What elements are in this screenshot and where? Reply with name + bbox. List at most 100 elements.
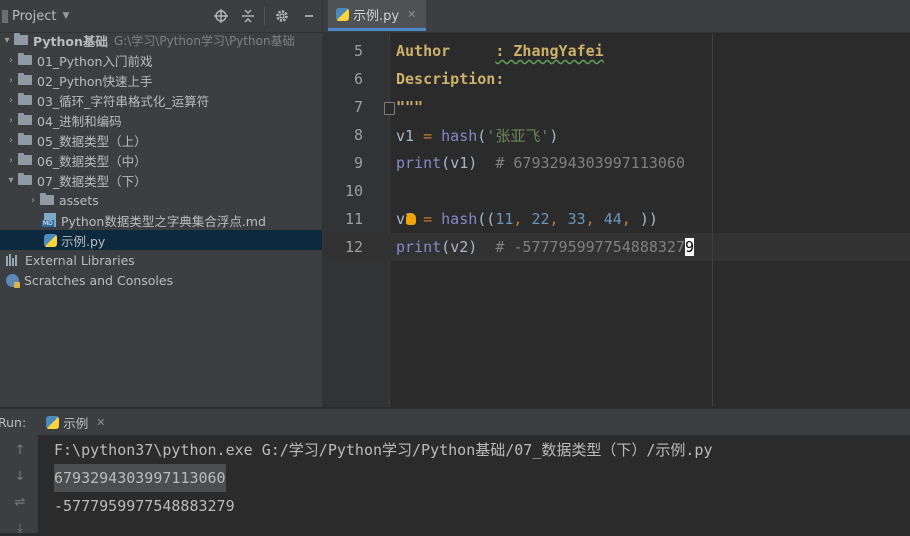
project-view-selector[interactable]: Project — [12, 9, 56, 24]
folder-icon — [18, 53, 32, 65]
chevron-right-icon[interactable]: › — [4, 135, 18, 146]
soft-wrap-icon[interactable]: ⇌ — [13, 496, 27, 510]
code-line-current[interactable]: 12 print(v2) # -5777959977548883279 — [323, 233, 910, 261]
docstring-text: Author — [396, 42, 451, 60]
tree-item-file-selected[interactable]: 示例.py — [0, 230, 322, 250]
chevron-right-icon[interactable]: › — [4, 75, 18, 86]
close-icon[interactable]: ✕ — [96, 416, 105, 429]
console-output[interactable]: F:\python37\python.exe G:/学习/Python学习/Py… — [38, 435, 910, 533]
tree-item-label: 04_进制和编码 — [37, 113, 122, 129]
number-literal: 22 — [531, 210, 550, 228]
collapse-all-icon[interactable] — [234, 9, 261, 23]
tree-item-folder[interactable]: › 02_Python快速上手 — [0, 70, 322, 90]
folder-icon — [18, 93, 32, 105]
close-icon[interactable]: ✕ — [407, 8, 416, 21]
code-line[interactable]: 6 Description: — [323, 65, 910, 93]
locate-file-icon[interactable] — [207, 9, 234, 23]
markdown-file-icon: MD — [42, 213, 56, 227]
tree-item-folder[interactable]: › 03_循环_字符串格式化_运算符 — [0, 90, 322, 110]
tab-label: 示例.py — [353, 8, 400, 24]
tree-item-scratches[interactable]: Scratches and Consoles — [0, 270, 322, 290]
tree-item-label: External Libraries — [25, 252, 135, 268]
chevron-right-icon[interactable]: › — [26, 195, 40, 206]
tree-item-label: Python基础 — [33, 33, 108, 49]
gear-icon[interactable] — [268, 9, 295, 23]
number-literal: 44 — [603, 210, 622, 228]
line-number: 7 — [353, 98, 363, 116]
run-toolbar: ↑ ↓ ⇌ ⤓ — [0, 435, 38, 536]
comment: # -577795997754888327 — [495, 238, 685, 256]
tree-item-label: 07_数据类型（下） — [37, 173, 147, 189]
folder-icon — [40, 193, 54, 205]
tree-item-folder[interactable]: ▾ 07_数据类型（下） — [0, 170, 322, 190]
line-number: 12 — [344, 238, 363, 256]
builtin-function: print — [396, 154, 442, 172]
run-tab[interactable]: 示例 ✕ — [46, 409, 105, 435]
chevron-right-icon[interactable]: › — [4, 55, 18, 66]
line-number: 10 — [344, 182, 363, 200]
tree-item-folder[interactable]: › 06_数据类型（中） — [0, 150, 322, 170]
scratches-icon — [6, 273, 20, 288]
string-literal: '张亚飞' — [486, 126, 550, 145]
tree-item-label: Scratches and Consoles — [24, 272, 174, 288]
run-tab-label: 示例 — [63, 415, 89, 431]
toolbar-divider — [264, 7, 265, 25]
code-line[interactable]: 5 Author : ZhangYafei — [323, 37, 910, 65]
expand-arrow-icon[interactable]: ▾ — [0, 35, 14, 46]
argument: v1 — [450, 154, 469, 172]
run-label: Run: — [0, 414, 27, 430]
tree-item-folder[interactable]: › assets — [0, 190, 322, 210]
chevron-right-icon[interactable]: › — [4, 115, 18, 126]
tree-item-folder[interactable]: › 01_Python入门前戏 — [0, 50, 322, 70]
text-caret: 9 — [685, 238, 695, 256]
tree-item-folder[interactable]: › 04_进制和编码 — [0, 110, 322, 130]
line-number: 5 — [353, 42, 363, 60]
lightbulb-icon[interactable] — [406, 213, 416, 225]
code-line[interactable]: 7 """ — [323, 93, 910, 121]
code-line[interactable]: 11 v2 = hash((11, 22, 33, 44, )) — [323, 205, 910, 233]
project-tree: ▾ Python基础 G:\学习\Python学习\Python基础 › 01_… — [0, 30, 322, 290]
tree-item-label: 示例.py — [61, 233, 106, 249]
scroll-to-end-icon[interactable]: ⤓ — [13, 522, 27, 536]
code-line[interactable]: 8 v1 = hash('张亚飞') — [323, 121, 910, 149]
folder-icon — [18, 133, 32, 145]
console-line-selected: 6793294303997113060 — [54, 464, 226, 492]
hide-panel-icon[interactable] — [295, 9, 322, 23]
right-margin-guide — [712, 33, 713, 407]
folder-icon — [18, 73, 32, 85]
code-editor[interactable]: 5 Author : ZhangYafei 6 Description: 7 "… — [323, 33, 910, 407]
folder-icon — [18, 153, 32, 165]
tree-item-label: 05_数据类型（上） — [37, 133, 147, 149]
panel-icon — [2, 9, 8, 23]
number-literal: 33 — [567, 210, 586, 228]
tab-example-py[interactable]: 示例.py ✕ — [328, 0, 427, 31]
chevron-right-icon[interactable]: › — [4, 155, 18, 166]
chevron-right-icon[interactable]: › — [4, 95, 18, 106]
code-line[interactable]: 10 — [323, 177, 910, 205]
arrow-down-icon[interactable]: ↓ — [13, 470, 27, 484]
line-number: 11 — [344, 210, 363, 228]
tree-item-label: 03_循环_字符串格式化_运算符 — [37, 93, 210, 109]
tree-item-external-libraries[interactable]: External Libraries — [0, 250, 322, 270]
folder-icon — [14, 33, 28, 45]
project-panel: Project ▼ ▾ Python基础 G:\学习\Python学习\Pyth… — [0, 0, 323, 407]
builtin-function: hash — [441, 126, 478, 145]
tree-item-path: G:\学习\Python学习\Python基础 — [113, 33, 295, 48]
docstring-text: """ — [396, 98, 424, 116]
tree-item-folder[interactable]: › 05_数据类型（上） — [0, 130, 322, 150]
code-line[interactable]: 9 print(v1) # 6793294303997113060 — [323, 149, 910, 177]
arrow-up-icon[interactable]: ↑ — [13, 444, 27, 458]
line-number: 8 — [353, 126, 363, 144]
variable: v1 — [396, 126, 415, 145]
editor-tab-bar: 示例.py ✕ — [323, 0, 910, 33]
tree-item-file[interactable]: MD Python数据类型之字典集合浮点.md — [0, 210, 322, 230]
fold-icon[interactable] — [384, 102, 395, 115]
builtin-function: print — [396, 238, 442, 256]
library-icon — [6, 254, 20, 266]
run-panel-header: Run: 示例 ✕ — [0, 408, 910, 435]
chevron-down-icon[interactable]: ▼ — [62, 11, 69, 21]
tree-item-root[interactable]: ▾ Python基础 G:\学习\Python学习\Python基础 — [0, 30, 322, 50]
expand-arrow-icon[interactable]: ▾ — [4, 175, 18, 186]
tree-item-label: 02_Python快速上手 — [37, 73, 153, 89]
tree-item-label: 01_Python入门前戏 — [37, 53, 153, 69]
